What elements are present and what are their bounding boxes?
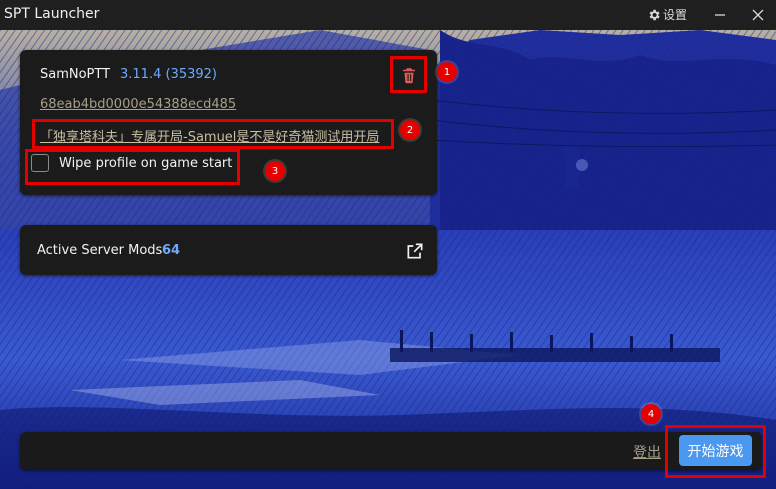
annotation-marker-3: 3 xyxy=(265,161,285,181)
gear-icon xyxy=(649,9,660,20)
annotation-box-4 xyxy=(665,425,766,478)
annotation-marker-2: 2 xyxy=(400,120,420,140)
external-link-icon[interactable] xyxy=(405,241,425,261)
server-mods-label: Active Server Mods xyxy=(37,243,163,258)
version-label: 3.11.4 (35392) xyxy=(120,67,217,82)
settings-label: 设置 xyxy=(663,8,688,22)
server-mods-card[interactable]: Active Server Mods 64 xyxy=(20,225,437,275)
profile-id-link[interactable]: 68eab4bd0000e54388ecd485 xyxy=(40,97,236,112)
logout-link[interactable]: 登出 xyxy=(633,442,661,462)
bottom-bar: 登出 开始游戏 xyxy=(20,432,762,470)
app-title: SPT Launcher xyxy=(4,6,100,22)
launcher-window: SPT Launcher 设置 SamNoPTT 3.11.4 (35392) … xyxy=(0,0,776,489)
annotation-marker-4: 4 xyxy=(641,404,661,424)
username: SamNoPTT xyxy=(40,67,111,82)
annotation-box-1 xyxy=(390,56,427,93)
annotation-marker-1: 1 xyxy=(437,62,457,82)
server-mods-count: 64 xyxy=(162,243,181,258)
annotation-box-2 xyxy=(32,119,394,149)
settings-button[interactable]: 设置 xyxy=(647,6,687,23)
minimize-icon[interactable] xyxy=(712,7,728,23)
close-icon[interactable] xyxy=(750,7,766,23)
annotation-box-3 xyxy=(25,149,240,185)
title-bar: SPT Launcher 设置 xyxy=(0,0,776,30)
